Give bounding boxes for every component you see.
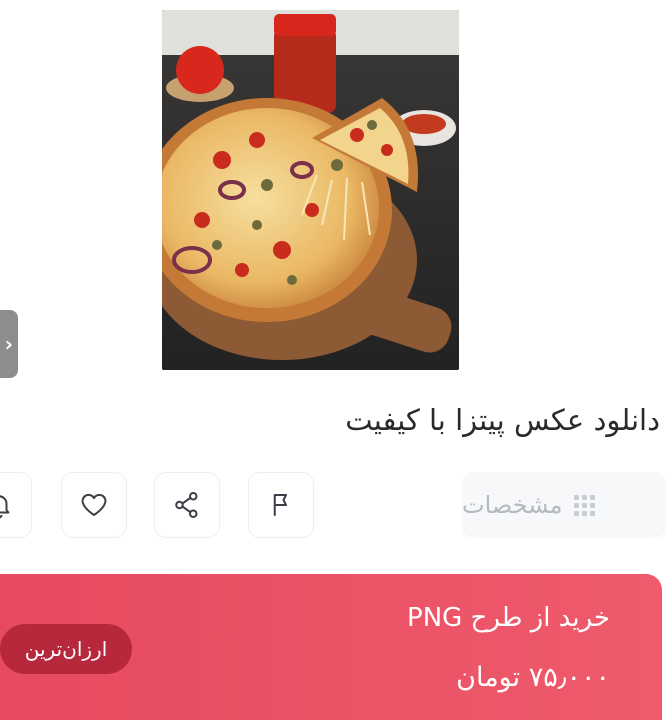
gallery-prev-button[interactable]: › [0, 310, 18, 378]
product-page: › دانلود عکس پیتزا با کیفیت مشخصات خرید … [0, 0, 666, 720]
notify-button[interactable] [0, 472, 32, 538]
product-image[interactable] [162, 10, 459, 370]
like-button[interactable] [61, 472, 127, 538]
share-icon [175, 492, 198, 518]
flag-icon [273, 494, 287, 516]
buy-heading: خرید از طرح PNG [407, 603, 610, 633]
heart-icon [81, 493, 107, 516]
bell-icon [0, 495, 10, 519]
buy-price: ۷۵٫۰۰۰ تومان [456, 662, 610, 693]
grid-dots-icon [574, 494, 596, 516]
report-button[interactable] [248, 472, 314, 538]
cheapest-badge: ارزان‌ترین [0, 624, 132, 674]
chevron-right-icon: › [4, 332, 13, 356]
share-button[interactable] [154, 472, 220, 538]
product-title: دانلود عکس پیتزا با کیفیت [345, 403, 660, 437]
tab-specs[interactable]: مشخصات [462, 472, 666, 538]
pizza-photo [162, 10, 459, 370]
tab-specs-label: مشخصات [462, 491, 563, 519]
